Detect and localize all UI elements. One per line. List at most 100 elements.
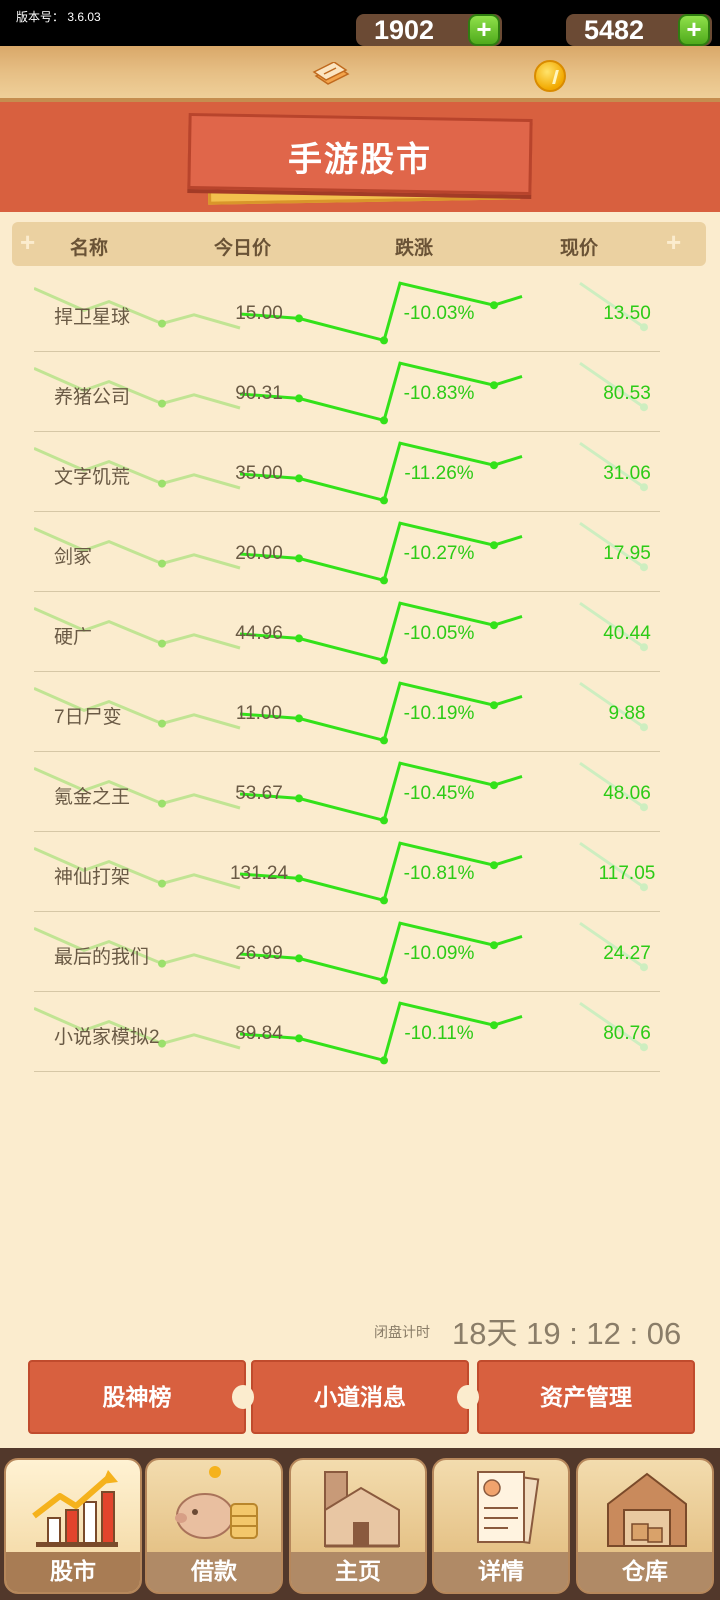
asset-management-button[interactable]: 资产管理: [477, 1360, 695, 1434]
stock-row[interactable]: 最后的我们 26.99 -10.09% 24.27: [34, 912, 660, 992]
trend-point: [158, 799, 166, 808]
news-button[interactable]: 小道消息: [251, 1360, 469, 1434]
nav-label: 仓库: [622, 1558, 668, 1584]
nav-stock-market[interactable]: 股市: [4, 1458, 142, 1594]
column-today-price: 今日价: [214, 238, 272, 259]
stock-today-price: 90.31: [235, 383, 283, 404]
coin-counter: 5482 +: [566, 14, 712, 46]
stock-today-price: 15.00: [235, 303, 283, 324]
document-icon: [477, 1471, 540, 1545]
nav-details[interactable]: 详情: [432, 1458, 570, 1594]
stock-name: 7日尸变: [54, 707, 122, 728]
trend-point: [158, 639, 166, 648]
stock-change: -10.19%: [403, 703, 475, 724]
sparkle-icon: +: [20, 227, 36, 257]
trend-point: [380, 576, 388, 585]
column-current-price: 现价: [560, 238, 599, 259]
stock-market-screen: 版本号： 3.6.03 1902 + 5482 + 手游股市 + 名称 今日价 …: [0, 0, 720, 1600]
warehouse-icon: [607, 1472, 687, 1547]
stock-today-price: 44.96: [235, 623, 283, 644]
nav-warehouse[interactable]: 仓库: [576, 1458, 714, 1594]
stock-current-price: 17.95: [603, 543, 651, 564]
stock-name: 小说家模拟2: [54, 1027, 160, 1048]
close-timer-label: 闭盘计时: [374, 1324, 430, 1340]
add-coins-button[interactable]: +: [678, 14, 710, 46]
stock-name: 氪金之王: [54, 787, 131, 808]
stock-row[interactable]: 剑冢 20.00 -10.27% 17.95: [34, 512, 660, 592]
trend-point: [158, 559, 166, 568]
stock-name: 文字饥荒: [54, 467, 131, 488]
trend-point: [380, 656, 388, 665]
trend-point: [158, 399, 166, 408]
trend-point: [380, 496, 388, 505]
nav-label: 主页: [335, 1558, 381, 1584]
trend-point: [380, 416, 388, 425]
stock-current-price: 40.44: [603, 623, 651, 644]
house-icon: [324, 1471, 400, 1548]
coin-value: 5482: [584, 15, 645, 45]
stock-today-price: 53.67: [235, 783, 283, 804]
stock-row[interactable]: 养猪公司 90.31 -10.83% 80.53: [34, 352, 660, 432]
nav-loan[interactable]: 借款: [145, 1458, 283, 1594]
title-banner: 手游股市: [0, 102, 720, 212]
cash-counter: 1902 +: [356, 14, 502, 46]
stock-today-price: 89.84: [235, 1023, 283, 1044]
trend-point: [380, 1056, 388, 1065]
stock-today-price: 26.99: [235, 943, 283, 964]
cash-icon: [312, 62, 350, 85]
stock-change: -11.26%: [404, 463, 474, 484]
stock-row[interactable]: 硬广 44.96 -10.05% 40.44: [34, 592, 660, 672]
stock-change: -10.03%: [403, 303, 475, 324]
close-timer-value: 18天 19 : 12 : 06: [452, 1316, 682, 1351]
stock-current-price: 9.88: [608, 703, 646, 724]
stock-current-price: 117.05: [598, 863, 656, 884]
stock-today-price: 11.00: [235, 703, 283, 724]
stock-today-price: 35.00: [235, 463, 283, 484]
piggy-bank-icon: [175, 1466, 258, 1539]
trend-point: [158, 959, 166, 968]
add-cash-button[interactable]: +: [468, 14, 500, 46]
stock-row[interactable]: 7日尸变 11.00 -10.19% 9.88: [34, 672, 660, 752]
stock-change: -10.11%: [404, 1023, 474, 1044]
trend-point: [158, 719, 166, 728]
trend-point: [380, 896, 388, 905]
stock-change: -10.05%: [403, 623, 475, 644]
page-title: 手游股市: [288, 141, 432, 179]
stock-list: 捍卫星球 15.00 -10.03% 13.50 养猪公司 90.31 -10.…: [34, 272, 660, 1072]
trend-point: [380, 336, 388, 345]
stock-change: -10.81%: [403, 863, 475, 884]
version-text: 版本号： 3.6.03: [16, 10, 101, 24]
stock-row[interactable]: 文字饥荒 35.00 -11.26% 31.06: [34, 432, 660, 512]
stock-row[interactable]: 小说家模拟2 89.84 -10.11% 80.76: [34, 992, 660, 1072]
nav-home[interactable]: 主页: [289, 1458, 427, 1594]
stock-today-price: 131.24: [229, 863, 289, 884]
bottom-nav: 股市 借款 主页 详情 仓库: [0, 1448, 720, 1600]
stock-current-price: 13.50: [603, 303, 651, 324]
trend-point: [380, 816, 388, 825]
stock-name: 捍卫星球: [54, 307, 131, 328]
stock-change: -10.83%: [403, 383, 475, 404]
trend-point: [158, 319, 166, 328]
stock-row[interactable]: 氪金之王 53.67 -10.45% 48.06: [34, 752, 660, 832]
stock-change: -10.09%: [403, 943, 475, 964]
stock-current-price: 80.76: [603, 1023, 651, 1044]
stock-row[interactable]: 捍卫星球 15.00 -10.03% 13.50: [34, 272, 660, 352]
resource-bar: [0, 46, 720, 102]
button-connector: [457, 1385, 479, 1409]
stock-name: 硬广: [54, 627, 93, 648]
cash-value: 1902: [374, 15, 435, 45]
coin-icon: [534, 60, 566, 92]
column-change: 跌涨: [395, 238, 434, 259]
trend-point: [158, 879, 166, 888]
button-connector: [232, 1385, 254, 1409]
trend-point: [380, 736, 388, 745]
trend-point: [158, 479, 166, 488]
ranking-button[interactable]: 股神榜: [28, 1360, 246, 1434]
stock-name: 养猪公司: [54, 387, 131, 408]
stock-change: -10.27%: [403, 543, 475, 564]
nav-label: 股市: [50, 1558, 96, 1584]
sparkle-icon: +: [666, 227, 682, 257]
stock-row[interactable]: 神仙打架 131.24 -10.81% 117.05: [34, 832, 660, 912]
stock-name: 最后的我们: [54, 947, 150, 968]
nav-label: 详情: [478, 1558, 524, 1584]
